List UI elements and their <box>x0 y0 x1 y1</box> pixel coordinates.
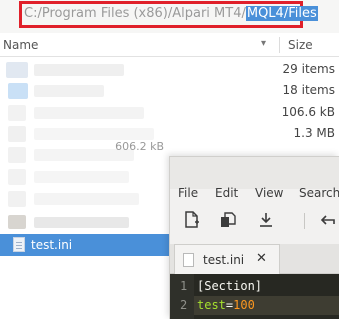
blurred-icon <box>8 105 26 121</box>
code-line-current: test=100 <box>194 296 339 315</box>
blurred-name <box>34 107 144 119</box>
blurred-name <box>34 64 124 76</box>
path-text[interactable]: C:/Program Files (x86)/Alpari MT4/MQL4/F… <box>24 6 318 21</box>
toolbar-separator <box>304 213 305 229</box>
value-token: 100 <box>233 298 255 312</box>
sort-descending-icon[interactable]: ▾ <box>261 38 266 49</box>
document-icon <box>183 253 194 267</box>
text-file-icon <box>13 237 25 252</box>
list-item[interactable]: 106.6 kB <box>0 102 339 124</box>
blurred-icon <box>8 83 28 99</box>
list-item[interactable]: 29 items <box>0 59 339 81</box>
blurred-icon <box>8 215 26 229</box>
column-divider[interactable] <box>279 37 280 53</box>
tab-label: test.ini <box>203 253 245 267</box>
line-number-gutter: 1 2 <box>170 274 194 319</box>
section-token: [Section] <box>197 279 263 293</box>
size-cell: 106.6 kB <box>281 105 335 119</box>
menu-view[interactable]: View <box>255 186 283 200</box>
path-selected: MQL4/Files <box>245 6 318 21</box>
blurred-name <box>34 85 104 97</box>
blurred-icon <box>8 126 26 142</box>
undo-icon[interactable] <box>318 210 338 230</box>
editor-toolbar <box>170 205 339 235</box>
code-area[interactable]: 1 2 [Section] test=100 <box>170 274 339 319</box>
tab-test-ini[interactable]: test.ini ✕ <box>174 244 280 274</box>
blurred-icon <box>6 62 28 78</box>
column-size-header[interactable]: Size <box>288 38 313 52</box>
blurred-icon <box>8 147 26 163</box>
file-row-selected[interactable]: test.ini <box>0 234 180 256</box>
blurred-name <box>34 217 129 228</box>
list-item[interactable]: 18 items <box>0 80 339 102</box>
menu-file[interactable]: File <box>178 186 198 200</box>
editor-titlebar <box>170 157 339 189</box>
text-editor-window: File Edit View Search test.ini ✕ 1 2 [Se… <box>169 156 339 319</box>
size-cell: 606.2 kB <box>115 140 164 153</box>
line-number: 1 <box>180 279 188 293</box>
list-item[interactable]: 1.3 MB <box>0 123 339 145</box>
blurred-icon <box>8 169 26 185</box>
blurred-name <box>34 171 129 183</box>
path-prefix: C:/Program Files (x86)/Alpari MT4/ <box>24 6 246 21</box>
blurred-name <box>34 193 139 205</box>
size-cell: 29 items <box>282 62 335 76</box>
line-number: 2 <box>180 298 188 312</box>
blurred-name <box>34 128 154 140</box>
size-cell: 1.3 MB <box>293 126 335 140</box>
code-line: [Section] <box>197 279 262 293</box>
open-file-icon[interactable] <box>219 210 239 230</box>
save-icon[interactable] <box>256 210 276 230</box>
new-file-icon[interactable] <box>182 210 202 230</box>
column-name-header[interactable]: Name <box>3 38 38 52</box>
tab-strip: test.ini ✕ <box>170 244 339 274</box>
size-cell: 18 items <box>282 83 335 97</box>
blurred-icon <box>8 191 26 207</box>
file-name: test.ini <box>31 238 73 252</box>
close-icon[interactable]: ✕ <box>256 251 267 266</box>
key-token: test <box>197 298 226 312</box>
location-bar[interactable]: C:/Program Files (x86)/Alpari MT4/MQL4/F… <box>0 0 339 33</box>
menu-search[interactable]: Search <box>299 186 339 200</box>
column-header: Name ▾ Size <box>0 33 339 57</box>
menu-edit[interactable]: Edit <box>215 186 238 200</box>
